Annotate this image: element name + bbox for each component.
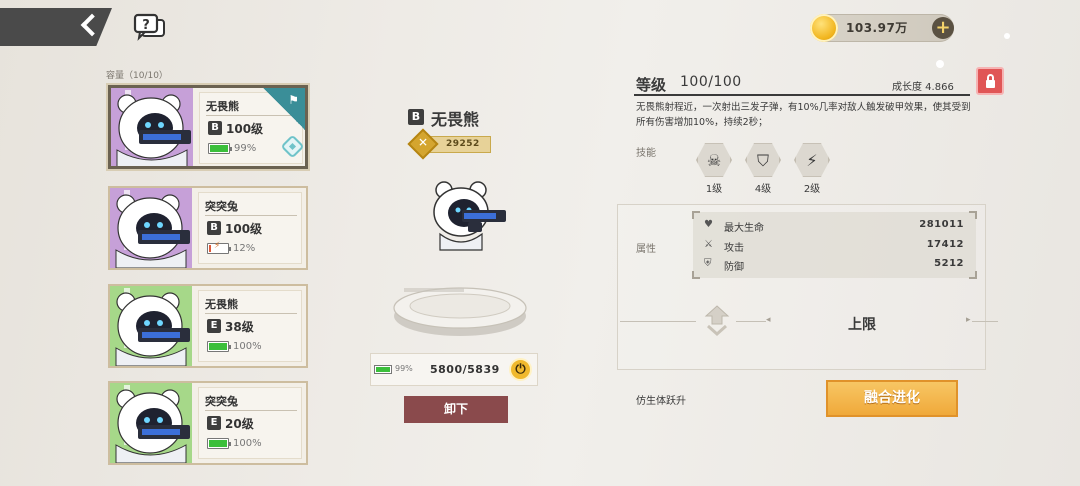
attribute-name: 最大生命: [724, 223, 764, 234]
shield-slash-icon: ⛉: [745, 143, 781, 177]
shield-icon: ⛨: [704, 258, 712, 269]
capacity-label: 容量（10/10）: [106, 71, 168, 81]
heart-icon: ♥: [704, 219, 713, 230]
power-value: 29252: [446, 139, 480, 149]
unit-portrait: [111, 88, 193, 166]
lock-button[interactable]: [976, 67, 1004, 95]
unit-portrait: [110, 383, 192, 463]
attribute-value: 5212: [934, 258, 964, 269]
evolution-line-left: [620, 321, 696, 322]
skills-label: 技能: [636, 148, 656, 159]
grade-badge: B: [408, 109, 424, 125]
add-coins-button[interactable]: +: [932, 17, 954, 39]
unit-portrait: [110, 286, 192, 366]
unit-card[interactable]: 突突兔 E 20级 100%: [108, 381, 308, 465]
energy-percent: 99%: [234, 143, 257, 154]
unit-level: 20级: [225, 417, 254, 431]
svg-text:?: ?: [142, 18, 150, 33]
energy-percent: 100%: [233, 438, 262, 449]
attribute-name: 防御: [724, 262, 744, 273]
sword-icon: ⚔: [704, 239, 713, 250]
attribute-row: ♥ 最大生命 281011: [704, 217, 966, 235]
energy-value: 5800/5839: [430, 363, 500, 376]
arrow-right-icon: ▸: [966, 315, 971, 325]
help-chat-icon: ?: [133, 13, 165, 41]
attribute-row: ⚔ 攻击 17412: [704, 237, 966, 255]
growth-value: 成长度 4.866: [892, 82, 954, 93]
unit-card-name: 突突兔: [205, 395, 238, 408]
evolution-target: 上限: [848, 317, 876, 333]
arrow-left-icon: ◂: [766, 315, 771, 325]
sparkle: [936, 60, 944, 68]
attribute-value: 17412: [926, 239, 964, 250]
unload-button[interactable]: 卸下: [404, 396, 508, 423]
level-divider: [634, 94, 970, 96]
skill-slot[interactable]: ⛉ 4级: [743, 142, 783, 195]
unit-model: [420, 180, 510, 256]
unit-level: 38级: [225, 320, 254, 334]
attribute-value: 281011: [919, 219, 964, 230]
unit-level: 100级: [225, 222, 263, 236]
unit-card-name: 突突兔: [205, 200, 238, 213]
skill-level: 1级: [705, 184, 723, 195]
unit-pedestal: [390, 282, 530, 340]
unit-portrait: [110, 188, 192, 268]
skull-icon: ☠: [696, 143, 732, 177]
skill-level: 2级: [803, 184, 821, 195]
skill-slot[interactable]: ☠ 1级: [694, 142, 734, 195]
unit-info: 突突兔 B 100级 12%: [198, 192, 302, 264]
claw-icon: ⚡: [794, 143, 830, 177]
unit-card-name: 无畏熊: [206, 100, 239, 113]
skill-slot[interactable]: ⚡ 2级: [792, 142, 832, 195]
battery-icon: [374, 365, 392, 374]
unit-description: 无畏熊射程近，一次射出三发子弹，有10%几率对敌人触发破甲效果，使其受到所有伤害…: [636, 102, 971, 128]
recharge-plug-button[interactable]: ⏻: [509, 358, 532, 381]
grade-badge: B: [207, 221, 221, 235]
help-button[interactable]: ?: [132, 12, 168, 44]
battery-icon: [207, 438, 231, 449]
level-label: 等级: [636, 76, 667, 94]
grade-badge: E: [207, 416, 221, 430]
unit-card[interactable]: 无畏熊 B 100级 99% ⚑: [108, 85, 308, 169]
evolution-arrow-icon: [704, 304, 730, 338]
unit-card[interactable]: 突突兔 B 100级 12%: [108, 186, 308, 270]
unit-card[interactable]: 无畏熊 E 38级 100%: [108, 284, 308, 368]
attribute-row: ⛨ 防御 5212: [704, 256, 966, 274]
battery-icon: [208, 143, 232, 154]
battery-icon: [207, 341, 231, 352]
grade-badge: E: [207, 319, 221, 333]
coin-icon: [810, 14, 838, 42]
energy-percent: 12%: [233, 243, 256, 254]
attribute-name: 攻击: [724, 243, 744, 254]
unit-info: 无畏熊 E 38级 100%: [198, 290, 302, 362]
bio-ascend-label: 仿生体跃升: [636, 396, 686, 407]
battery-icon: [207, 241, 231, 254]
grade-badge: B: [208, 121, 222, 135]
power-icon: ✕: [407, 128, 439, 160]
unit-card-name: 无畏熊: [205, 298, 238, 311]
back-button[interactable]: [0, 8, 112, 46]
unit-name: 无畏熊: [431, 110, 480, 129]
coin-amount: 103.97万: [846, 21, 908, 35]
energy-percent: 100%: [233, 341, 262, 352]
unit-level: 100级: [226, 122, 264, 136]
chip-icon[interactable]: [280, 134, 305, 159]
unit-info: 突突兔 E 20级 100%: [198, 387, 302, 459]
fuse-evolve-button[interactable]: 融合进化: [826, 380, 958, 417]
sparkle: [1004, 33, 1010, 39]
chevron-left-icon: [80, 13, 104, 37]
energy-percent: 99%: [395, 364, 413, 373]
attributes-label: 属性: [636, 244, 656, 255]
level-value: 100/100: [680, 74, 742, 90]
equipped-flag-icon: ⚑: [263, 88, 305, 130]
skill-level: 4级: [754, 184, 772, 195]
